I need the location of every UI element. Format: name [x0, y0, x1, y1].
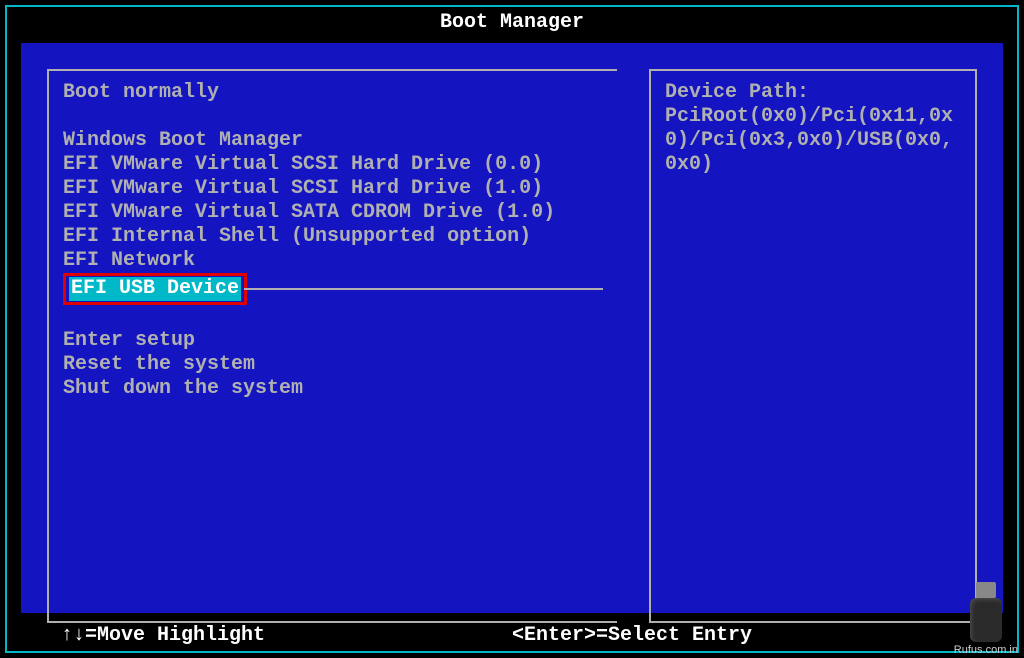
help-select: <Enter>=Select Entry — [512, 624, 963, 647]
page-title: Boot Manager — [7, 7, 1017, 36]
main-area: Boot normally Windows Boot Manager EFI V… — [21, 43, 1003, 613]
help-nav: ↑↓=Move Highlight — [61, 624, 512, 647]
boot-entry[interactable]: EFI Network — [63, 249, 603, 273]
watermark-text: Rufus.com.in — [954, 644, 1018, 656]
highlight-box: EFI USB Device — [63, 273, 247, 305]
reset-system[interactable]: Reset the system — [63, 353, 603, 377]
boot-entry[interactable]: EFI VMware Virtual SCSI Hard Drive (0.0) — [63, 153, 603, 177]
enter-setup[interactable]: Enter setup — [63, 329, 603, 353]
boot-entry-selected[interactable]: EFI USB Device — [69, 277, 241, 301]
watermark: Rufus.com.in — [954, 582, 1018, 656]
usb-drive-icon — [962, 582, 1010, 642]
boot-entry[interactable]: EFI VMware Virtual SATA CDROM Drive (1.0… — [63, 201, 603, 225]
boot-entry[interactable]: EFI VMware Virtual SCSI Hard Drive (1.0) — [63, 177, 603, 201]
device-path-value: PciRoot(0x0)/Pci(0x11,0x0)/Pci(0x3,0x0)/… — [665, 105, 961, 177]
panel-connector — [244, 288, 603, 290]
boot-entry[interactable]: EFI Internal Shell (Unsupported option) — [63, 225, 603, 249]
shutdown-system[interactable]: Shut down the system — [63, 377, 603, 401]
boot-options-panel: Boot normally Windows Boot Manager EFI V… — [47, 69, 617, 623]
help-bar: ↑↓=Move Highlight <Enter>=Select Entry — [21, 624, 1003, 647]
device-path-heading: Device Path: — [665, 81, 961, 105]
boot-entry[interactable]: Windows Boot Manager — [63, 129, 603, 153]
device-info-panel: Device Path: PciRoot(0x0)/Pci(0x11,0x0)/… — [649, 69, 977, 623]
boot-normally[interactable]: Boot normally — [63, 81, 603, 105]
